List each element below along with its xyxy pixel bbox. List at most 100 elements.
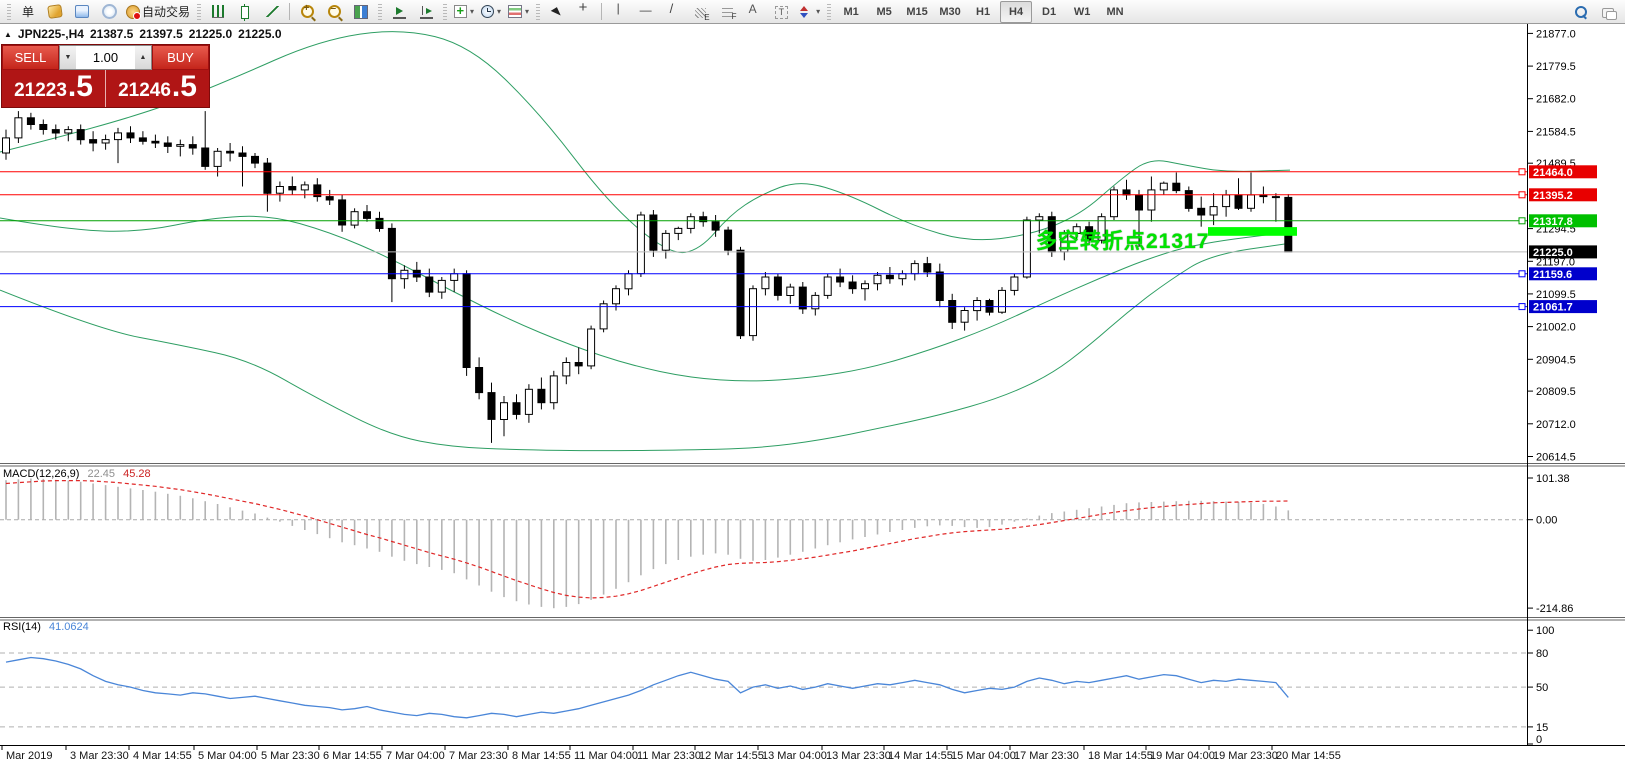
channel-button[interactable]: [687, 1, 713, 23]
svg-text:17 Mar 23:30: 17 Mar 23:30: [1014, 750, 1079, 762]
chart-canvas[interactable]: 21877.021779.521682.021584.521489.521294…: [0, 0, 1625, 768]
dropdown-arrow-icon[interactable]: ▾: [525, 7, 529, 16]
candlesticks: [3, 111, 1292, 443]
template-icon: [508, 5, 522, 18]
volume-input[interactable]: [76, 46, 135, 69]
svg-text:18 Mar 14:55: 18 Mar 14:55: [1088, 750, 1153, 762]
toolbar-separator: [601, 3, 602, 20]
text-button[interactable]: [741, 1, 767, 23]
svg-text:20712.0: 20712.0: [1536, 419, 1576, 431]
svg-text:20809.5: 20809.5: [1536, 386, 1576, 398]
cursor-icon: [551, 5, 564, 15]
vline-button[interactable]: [606, 1, 632, 23]
timeframe-button-m15[interactable]: M15: [901, 1, 933, 23]
arrows-button[interactable]: ▾: [795, 1, 823, 23]
svg-text:21395.2: 21395.2: [1533, 190, 1573, 202]
search-icon: [1575, 6, 1587, 18]
zoomin-icon: [301, 5, 314, 18]
macd-signal-line: [6, 481, 1288, 598]
svg-text:11 Mar 04:00: 11 Mar 04:00: [574, 750, 638, 762]
gold-doc-icon: [47, 4, 63, 19]
green-highlight-bar: [1208, 227, 1297, 236]
chat-icon: [1602, 8, 1614, 18]
sell-price[interactable]: 21223 .5: [2, 70, 106, 107]
ohlc-open: 21387.5: [90, 27, 133, 41]
chart-title: ▲ JPN225-,H4 21387.5 21397.5 21225.0 212…: [4, 27, 282, 41]
profiles-button[interactable]: [69, 1, 95, 23]
toolbar-separator: [289, 3, 290, 20]
timeframe-button-h4[interactable]: H4: [1000, 1, 1032, 23]
bollinger-lower-line: [0, 243, 1290, 450]
hline-button[interactable]: [633, 1, 659, 23]
svg-text:21464.0: 21464.0: [1533, 167, 1573, 179]
tile-windows-button[interactable]: [348, 1, 374, 23]
svg-text:8 Mar 14:55: 8 Mar 14:55: [512, 750, 571, 762]
toolbar-grip: [443, 4, 447, 20]
timeframe-button-h1[interactable]: H1: [967, 1, 999, 23]
fibo-button[interactable]: [714, 1, 740, 23]
volume-up-button[interactable]: ▲: [135, 46, 151, 69]
rsi-name: RSI(14): [3, 621, 41, 633]
tile-icon: [354, 5, 368, 19]
cursor-button[interactable]: [544, 1, 570, 23]
svg-text:-214.86: -214.86: [1536, 603, 1573, 615]
pane-separators: [0, 24, 1625, 746]
ohlc-close: 21225.0: [238, 27, 281, 41]
buy-price-main: 21246: [118, 80, 171, 102]
linechart-icon: [266, 6, 279, 17]
svg-text:101.38: 101.38: [1536, 473, 1570, 485]
trendline-button[interactable]: [660, 1, 686, 23]
indicators-button[interactable]: ▾: [451, 1, 477, 23]
volume-down-button[interactable]: ▼: [60, 46, 76, 69]
alerts-button[interactable]: [96, 1, 122, 23]
chart-collapse-icon[interactable]: ▲: [4, 30, 12, 39]
sell-price-main: 21223: [14, 80, 67, 102]
templates-button[interactable]: ▾: [505, 1, 532, 23]
svg-text:4 Mar 14:55: 4 Mar 14:55: [133, 750, 192, 762]
buy-button[interactable]: BUY: [152, 45, 209, 70]
dropdown-arrow-icon[interactable]: ▾: [497, 7, 501, 16]
labelT-icon: [775, 6, 788, 19]
timeframe-button-m5[interactable]: M5: [868, 1, 900, 23]
zoom-out-button[interactable]: [321, 1, 347, 23]
clock-icon: [481, 5, 494, 18]
dropdown-arrow-icon[interactable]: ▾: [816, 7, 820, 16]
indicators-icon: [454, 5, 467, 18]
mt4-terminal-window: 21877.021779.521682.021584.521489.521294…: [0, 0, 1625, 768]
periods-button[interactable]: ▾: [478, 1, 504, 23]
dropdown-arrow-icon[interactable]: ▾: [470, 7, 474, 16]
chart-shift-button[interactable]: [413, 1, 439, 23]
buy-price[interactable]: 21246 .5: [106, 70, 209, 107]
new-order-button[interactable]: 单: [15, 1, 41, 23]
line-chart-button[interactable]: [259, 1, 285, 23]
svg-text:20614.5: 20614.5: [1536, 452, 1576, 464]
timeframe-button-m30[interactable]: M30: [934, 1, 966, 23]
timeframe-button-w1[interactable]: W1: [1066, 1, 1098, 23]
autotrading-button[interactable]: 自动交易: [123, 1, 193, 23]
crosshair-button[interactable]: [571, 1, 597, 23]
timeframe-button-d1[interactable]: D1: [1033, 1, 1065, 23]
autoscroll-icon: [393, 5, 406, 19]
new-chart-button[interactable]: [42, 1, 68, 23]
svg-text:Mar 2019: Mar 2019: [6, 750, 52, 762]
svg-text:0.00: 0.00: [1536, 515, 1557, 527]
toolbar-grip: [536, 4, 540, 20]
candle-chart-button[interactable]: [232, 1, 258, 23]
toolbar-grip: [827, 4, 831, 20]
zoom-in-button[interactable]: [294, 1, 320, 23]
chartshift-icon: [420, 5, 433, 19]
svg-text:21317.8: 21317.8: [1533, 216, 1573, 228]
search-button[interactable]: [1568, 1, 1594, 23]
label-button[interactable]: [768, 1, 794, 23]
bar-chart-button[interactable]: [205, 1, 231, 23]
date-axis[interactable]: Mar 20193 Mar 23:304 Mar 14:555 Mar 04:0…: [2, 745, 1341, 762]
timeframe-button-mn[interactable]: MN: [1099, 1, 1131, 23]
svg-text:7 Mar 04:00: 7 Mar 04:00: [386, 750, 445, 762]
svg-text:50: 50: [1536, 682, 1548, 694]
sell-button[interactable]: SELL: [2, 45, 59, 70]
svg-text:20 Mar 14:55: 20 Mar 14:55: [1276, 750, 1341, 762]
arrows-icon: [798, 4, 813, 19]
timeframe-button-m1[interactable]: M1: [835, 1, 867, 23]
chat-button[interactable]: [1595, 1, 1621, 23]
auto-scroll-button[interactable]: [386, 1, 412, 23]
